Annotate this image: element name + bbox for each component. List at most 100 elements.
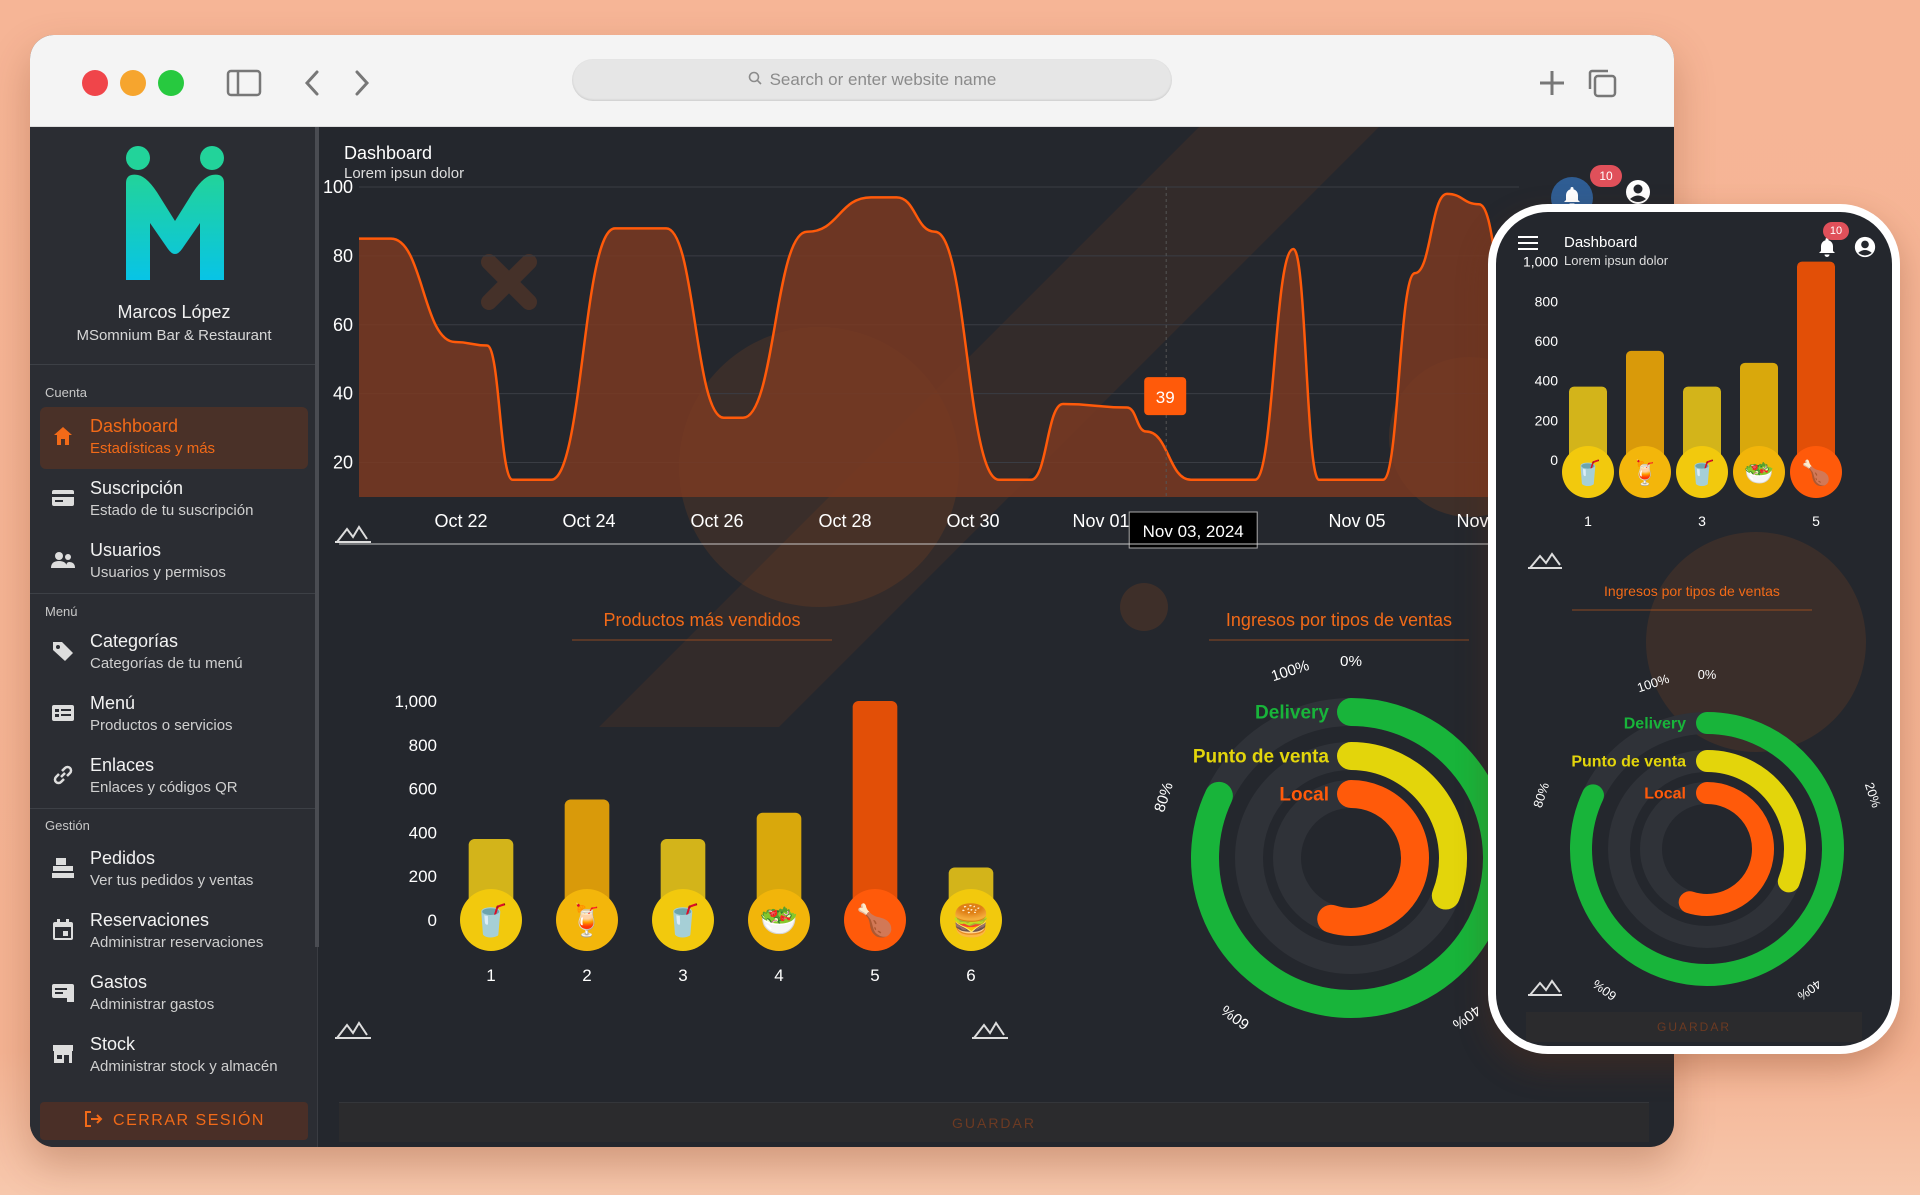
page-title: Dashboard [344, 143, 433, 163]
sidebar-item-gastos[interactable]: Gastos Administrar gastos [40, 963, 308, 1025]
sidebar-item-menu[interactable]: Menú Productos o servicios [40, 684, 308, 746]
page-subtitle: Lorem ipsun dolor [344, 165, 465, 182]
bar [1740, 362, 1778, 460]
sidebar-item-label: Menú [90, 693, 136, 713]
divider [30, 364, 318, 365]
sidebar-item-suscripcion[interactable]: Suscripción Estado de tu suscripción [40, 469, 308, 531]
category-label: 1 [1584, 513, 1592, 529]
sidebar-toggle-icon[interactable] [224, 63, 264, 103]
minimize-window-button[interactable] [120, 70, 146, 96]
ring-legend-label: Delivery [1624, 716, 1686, 733]
tabs-overview-icon[interactable] [1582, 63, 1622, 103]
ring-tick-label: 80% [1151, 780, 1177, 814]
ring-tick-label: 60% [1590, 977, 1620, 1004]
sidebar-item-dashboard[interactable]: Dashboard Estadísticas y más [40, 407, 308, 469]
sidebar-item-categorias[interactable]: Categorías Categorías de tu menú [40, 622, 308, 684]
x-tick-label: Oct 24 [562, 511, 615, 531]
product-icon: 🍗 [1801, 459, 1831, 487]
calendar-icon [50, 917, 76, 943]
product-icon: 🍹 [568, 901, 607, 938]
sidebar-item-label: Stock [90, 1034, 136, 1054]
y-tick-label: 400 [409, 823, 437, 842]
y-tick-label: 200 [409, 867, 437, 886]
product-icon: 🥤 [1573, 459, 1603, 487]
x-tick-label: Oct 28 [818, 511, 871, 531]
save-button[interactable]: GUARDAR [339, 1102, 1649, 1142]
notification-count-badge: 10 [1590, 165, 1622, 187]
ring-tick-label: 60% [1218, 1001, 1253, 1033]
chart-mountain-icon [335, 1021, 371, 1039]
product-icon: 🥤 [1687, 459, 1717, 487]
main-content: 20 40 60 80 100 Oct 22 Oct 24 Oct 26 Oct 28 Oct 3… [319, 127, 1674, 1147]
category-label: 3 [1698, 513, 1706, 529]
hamburger-menu-icon[interactable] [1518, 234, 1540, 252]
back-arrow-icon[interactable] [292, 63, 332, 103]
sidebar: Marcos López MSomnium Bar & Restaurant C… [30, 127, 318, 1147]
chart-mountain-icon [335, 525, 371, 543]
product-icon: 🍔 [952, 902, 991, 938]
sidebar-item-label: Usuarios [90, 540, 162, 560]
ring-legend-label: Local [1644, 786, 1686, 803]
sidebar-item-pedidos[interactable]: Pedidos Ver tus pedidos y ventas [40, 839, 308, 901]
y-tick-label: 1,000 [1523, 254, 1558, 270]
ring-legend-label: Delivery [1255, 703, 1329, 724]
sidebar-item-label: Suscripción [90, 478, 184, 498]
link-icon [50, 762, 76, 788]
ring-legend-label: Local [1279, 785, 1329, 806]
dashboard-charts: 20406080100Oct 22 Oct 24 Oct 26 Oct 28 Oct 3… [323, 127, 1642, 1039]
sidebar-item-sub: Enlaces y códigos QR [90, 779, 238, 796]
address-bar[interactable]: Search or enter website name [572, 59, 1172, 101]
logout-label: CERRAR SESIÓN [113, 1112, 265, 1129]
sidebar-item-sub: Ver tus pedidos y ventas [90, 872, 254, 889]
ring-tick-label: 0% [1698, 667, 1717, 682]
sidebar-item-stock[interactable]: Stock Administrar stock y almacén [40, 1025, 308, 1087]
sidebar-item-sub: Estado de tu suscripción [90, 502, 254, 519]
ring-legend-label: Punto de venta [1193, 747, 1330, 768]
maximize-window-button[interactable] [158, 70, 184, 96]
ring-legend-label: Punto de venta [1571, 754, 1686, 771]
register-icon [50, 855, 76, 881]
y-tick-label: 600 [1535, 333, 1559, 349]
chart-mountain-icon [1528, 979, 1562, 996]
y-tick-label: 800 [409, 736, 437, 755]
logout-button[interactable]: CERRAR SESIÓN [40, 1102, 308, 1140]
x-tick-label: Oct 22 [434, 511, 487, 531]
ring-tick-label: 40% [1449, 1001, 1484, 1033]
x-tick-label: Nov 01 [1072, 511, 1129, 531]
new-tab-plus-icon[interactable] [1532, 63, 1572, 103]
bar [1626, 350, 1664, 460]
sidebar-item-sub: Categorías de tu menú [90, 655, 243, 672]
category-label: 3 [678, 966, 687, 985]
sidebar-item-enlaces[interactable]: Enlaces Enlaces y códigos QR [40, 746, 308, 808]
sidebar-item-reservaciones[interactable]: Reservaciones Administrar reservaciones [40, 901, 308, 963]
home-icon [50, 423, 76, 449]
chart-title: Ingresos por tipos de ventas [1226, 610, 1452, 630]
receipt-icon [50, 979, 76, 1005]
search-icon [748, 70, 762, 90]
sidebar-item-sub: Administrar stock y almacén [90, 1058, 278, 1075]
product-icon: 🍗 [856, 902, 895, 938]
close-window-button[interactable] [82, 70, 108, 96]
tooltip-date: Nov 03, 2024 [1143, 522, 1244, 541]
category-label: 4 [774, 966, 783, 985]
phone-save-button[interactable]: GUARDAR [1526, 1012, 1862, 1042]
category-label: 6 [966, 966, 975, 985]
section-label-cuenta: Cuenta [45, 385, 87, 400]
account-circle-icon[interactable] [1625, 179, 1651, 205]
brand-logo [126, 146, 224, 280]
users-icon [50, 547, 76, 573]
product-icon: 🥤 [664, 902, 703, 938]
y-tick-label: 40 [333, 384, 353, 404]
ring-tick-label: 80% [1530, 781, 1552, 810]
section-label-menu: Menú [45, 604, 78, 619]
ring-tick-label: 100% [1269, 657, 1311, 685]
sidebar-item-sub: Administrar gastos [90, 996, 215, 1013]
phone-account-icon[interactable] [1854, 236, 1876, 258]
ring-tick-label: 40% [1795, 977, 1825, 1004]
y-tick-label: 20 [333, 453, 353, 473]
sidebar-item-label: Categorías [90, 631, 179, 651]
forward-arrow-icon[interactable] [342, 63, 382, 103]
sidebar-item-usuarios[interactable]: Usuarios Usuarios y permisos [40, 531, 308, 593]
tags-icon [50, 638, 76, 664]
tooltip-value: 39 [1156, 388, 1175, 407]
